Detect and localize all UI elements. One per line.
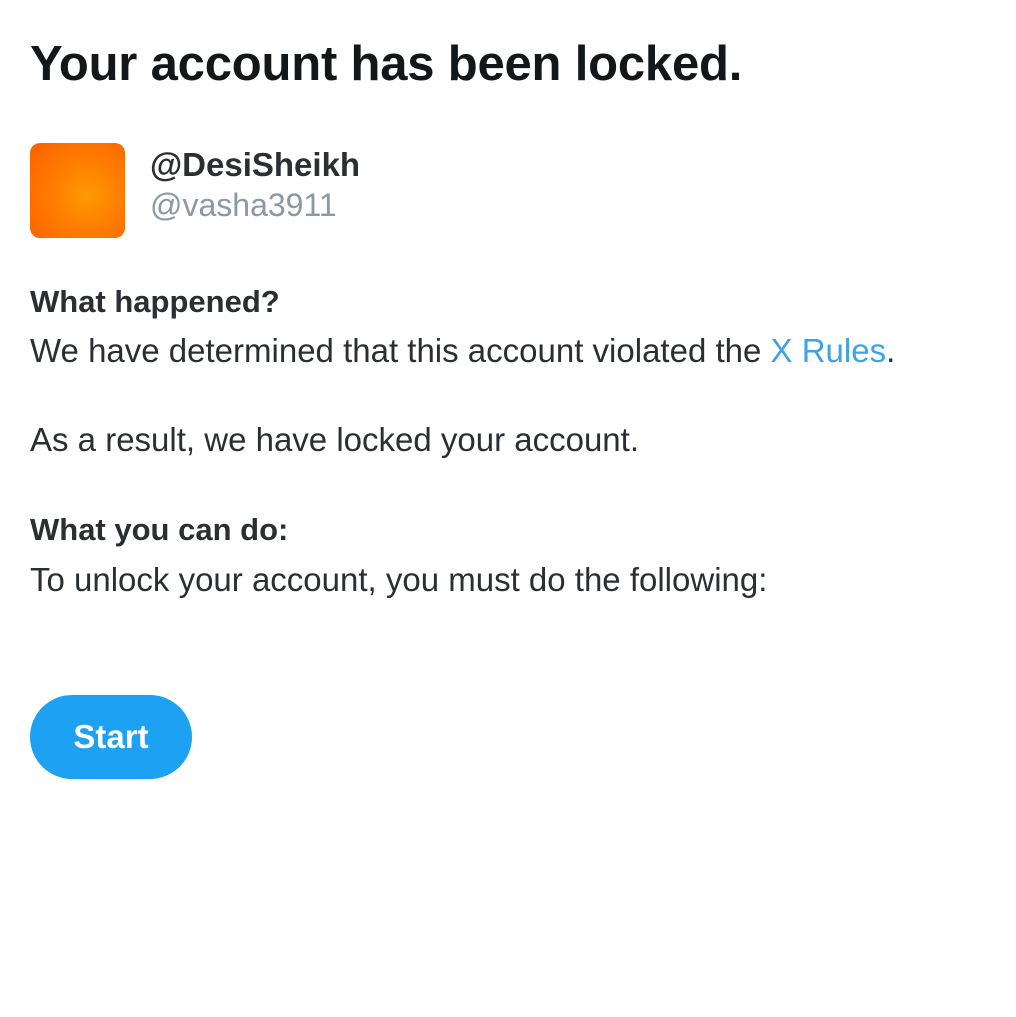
- account-handle: @vasha3911: [150, 187, 337, 223]
- page-title: Your account has been locked.: [30, 37, 743, 91]
- unlock-instruction-text: To unlock your account, you must do the …: [30, 561, 768, 598]
- account-display-name: @DesiSheikh: [150, 146, 361, 183]
- violation-text: We have determined that this account vio…: [30, 332, 895, 370]
- violation-text-prefix: We have determined that this account vio…: [30, 332, 771, 369]
- start-button[interactable]: Start: [30, 695, 192, 779]
- account-card: @DesiSheikh @vasha3911: [30, 143, 630, 238]
- what-happened-heading: What happened?: [30, 284, 280, 319]
- avatar: [30, 143, 125, 238]
- what-you-can-do-heading: What you can do:: [30, 512, 289, 547]
- result-text: As a result, we have locked your account…: [30, 421, 639, 458]
- x-rules-link[interactable]: X Rules: [771, 332, 887, 369]
- violation-text-suffix: .: [886, 332, 896, 369]
